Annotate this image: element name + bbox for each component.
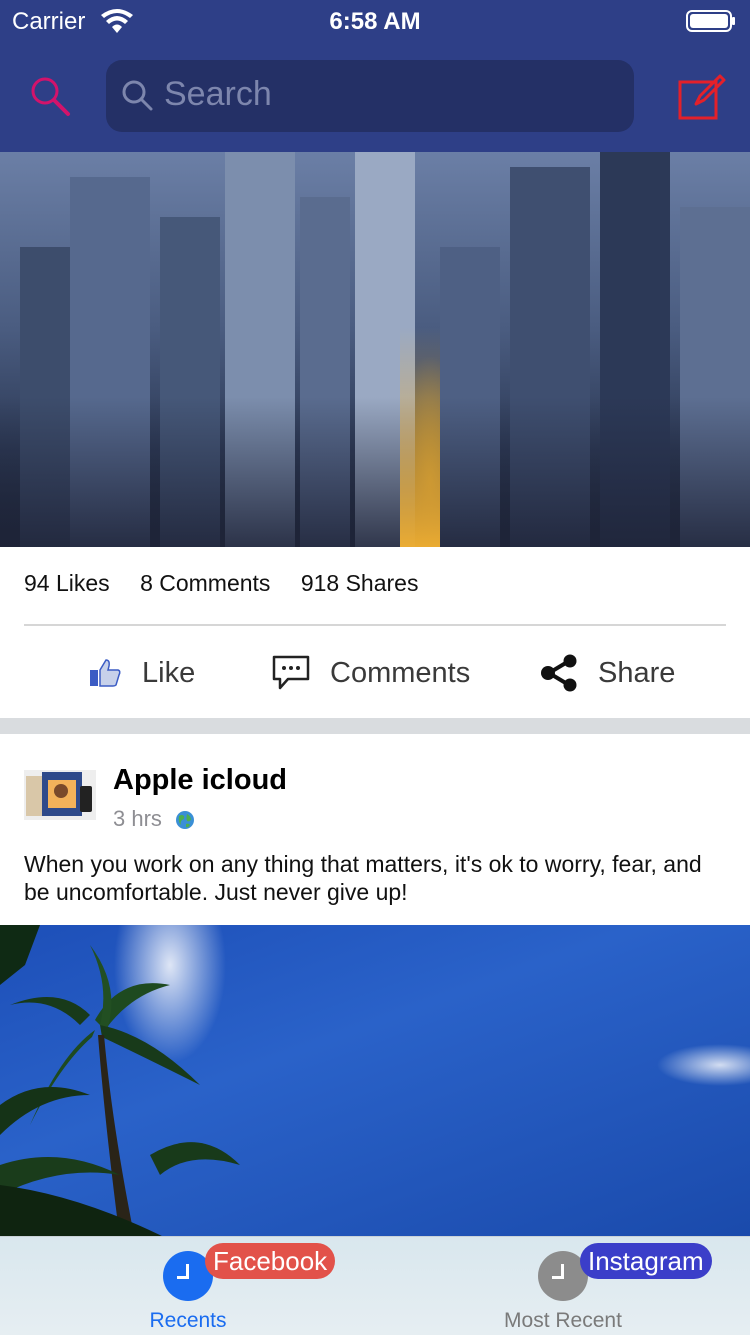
post-separator [0, 718, 750, 734]
thumbs-up-icon [90, 659, 121, 687]
post-image-palms[interactable] [0, 925, 750, 1240]
divider [24, 624, 726, 626]
likes-count[interactable]: 94 Likes [24, 570, 110, 596]
like-button[interactable]: Like [88, 648, 195, 698]
search-icon [122, 80, 153, 111]
post-text: When you work on any thing that matters,… [24, 851, 702, 905]
post-author[interactable]: Apple icloud [113, 764, 287, 797]
shares-count[interactable]: 918 Shares [301, 570, 419, 596]
tab-most-recent-label: Most Recent [504, 1309, 622, 1332]
comment-bubble-icon [272, 655, 310, 690]
tab-recents-label: Recents [149, 1309, 227, 1332]
post-image-city[interactable] [0, 152, 750, 547]
comments-label: Comments [330, 656, 471, 689]
status-time: 6:58 AM [329, 8, 421, 35]
globe-icon [176, 811, 194, 829]
like-label: Like [142, 656, 196, 689]
palm-tree-illustration [0, 925, 240, 1240]
compose-icon-button[interactable] [676, 70, 728, 122]
top-header: Carrier 6:58 AM Search [0, 0, 750, 152]
badge-facebook: Facebook [205, 1243, 336, 1279]
avatar[interactable] [24, 770, 96, 820]
share-icon [541, 654, 577, 692]
tab-bar: Facebook Recents Instagram Most Recent [0, 1236, 750, 1335]
comments-button[interactable]: Comments [272, 648, 470, 698]
post-timestamp: 3 hrs [113, 806, 162, 831]
badge-instagram: Instagram [580, 1243, 712, 1279]
comments-count[interactable]: 8 Comments [140, 570, 270, 596]
share-label: Share [598, 656, 676, 689]
battery-icon [686, 10, 735, 32]
share-button[interactable]: Share [540, 648, 675, 698]
search-placeholder: Search [164, 75, 272, 113]
search-icon-button[interactable] [28, 74, 72, 118]
search-input[interactable]: Search [106, 60, 634, 132]
post-stats: 94 Likes 8 Comments 918 Shares [24, 570, 442, 597]
